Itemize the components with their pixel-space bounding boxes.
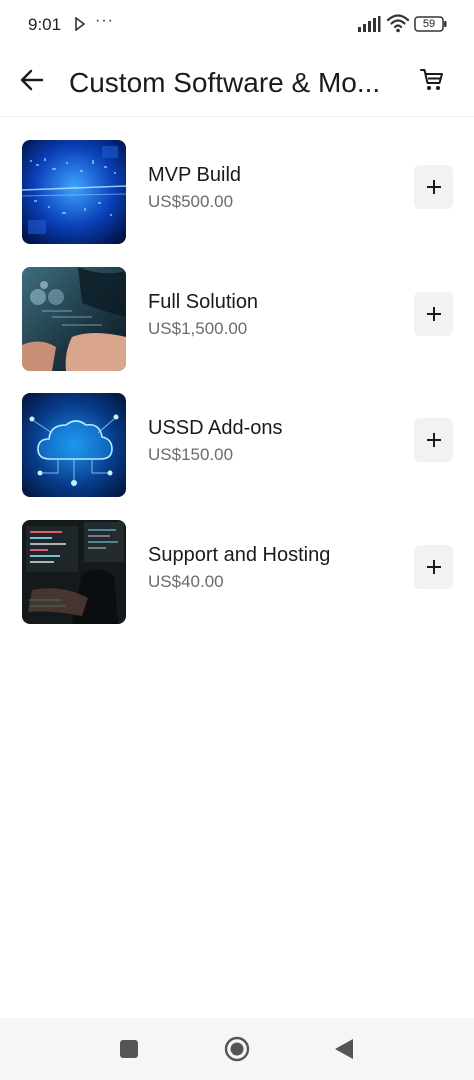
product-list: MVP Build US$500.00 Full Solution US$1,5… <box>0 140 474 646</box>
product-price: US$40.00 <box>148 571 224 591</box>
wifi-icon <box>386 14 410 33</box>
add-to-cart-button[interactable] <box>414 418 453 462</box>
product-item[interactable]: MVP Build US$500.00 <box>0 140 474 244</box>
cellular-signal-icon <box>358 16 381 32</box>
plus-icon <box>426 559 441 574</box>
battery-level: 59 <box>422 18 436 30</box>
add-to-cart-button[interactable] <box>414 544 453 589</box>
product-price: US$1,500.00 <box>148 318 248 338</box>
product-item[interactable]: Support and Hosting US$40.00 <box>0 519 474 624</box>
recents-square-icon[interactable] <box>118 1038 140 1060</box>
product-name: Full Solution <box>148 290 259 313</box>
add-to-cart-button[interactable] <box>414 165 453 209</box>
plus-icon <box>426 180 441 194</box>
page-title: Custom Software & Mo... <box>69 67 381 98</box>
hands-touching-hologram-thumbnail <box>22 266 126 371</box>
product-item[interactable]: Full Solution US$1,500.00 <box>0 266 474 371</box>
product-name: USSD Add-ons <box>148 417 283 439</box>
system-navigation-bar <box>0 1018 474 1080</box>
product-name: Support and Hosting <box>148 543 331 566</box>
shopping-cart-icon <box>420 69 443 90</box>
add-to-cart-button[interactable] <box>414 291 453 336</box>
media-play-icon <box>75 17 85 31</box>
developer-at-code-screens-thumbnail <box>22 519 126 624</box>
status-time: 9:01 <box>28 15 62 34</box>
plus-icon <box>426 306 441 321</box>
back-button[interactable] <box>14 62 50 98</box>
product-price: US$500.00 <box>148 192 234 211</box>
cloud-network-thumbnail <box>22 393 126 497</box>
more-notifications-indicator: ··· <box>95 12 114 29</box>
status-bar: 9:01 ··· 59 <box>0 0 474 52</box>
home-circle-icon[interactable] <box>224 1036 250 1062</box>
cart-button[interactable] <box>414 62 450 98</box>
app-bar: Custom Software & Mo... <box>0 52 474 117</box>
product-price: US$150.00 <box>148 445 234 464</box>
product-item[interactable]: USSD Add-ons US$150.00 <box>0 393 474 497</box>
product-name: MVP Build <box>148 164 242 186</box>
plus-icon <box>426 433 441 447</box>
blue-digital-data-thumbnail <box>22 140 126 244</box>
arrow-left-icon <box>20 69 44 91</box>
back-triangle-icon[interactable] <box>333 1037 355 1061</box>
